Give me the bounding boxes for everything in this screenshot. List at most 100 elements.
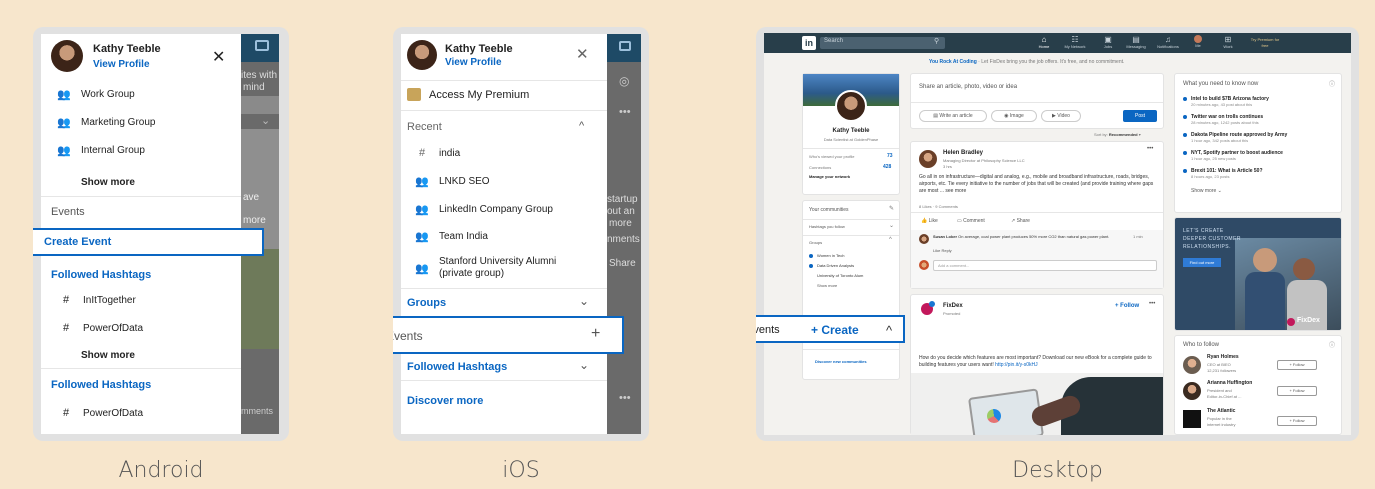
- create-event-button[interactable]: + Create: [811, 323, 859, 337]
- nav-work[interactable]: ⊞ Work: [1218, 35, 1238, 49]
- person-avatar[interactable]: [1183, 382, 1201, 400]
- show-more-hashtags[interactable]: Show more: [81, 350, 135, 361]
- post-author[interactable]: Helen Bradley: [943, 150, 983, 156]
- chevron-down-icon[interactable]: ⌄: [579, 358, 589, 372]
- commenter-name[interactable]: Susan Loker: [933, 234, 957, 239]
- person-name[interactable]: Ryan Holmes: [1207, 354, 1239, 360]
- discover-more-link[interactable]: Discover more: [407, 395, 483, 407]
- recent-item-company-group[interactable]: 👥 LinkedIn Company Group: [415, 200, 641, 218]
- view-profile-link[interactable]: View Profile: [93, 59, 150, 70]
- news-show-more[interactable]: Show more ⌄: [1191, 188, 1222, 194]
- info-icon[interactable]: ⓘ: [1329, 340, 1335, 349]
- image-button[interactable]: ◉ Image: [991, 110, 1037, 122]
- close-icon[interactable]: ✕: [212, 47, 225, 67]
- person-avatar[interactable]: [1183, 356, 1201, 374]
- follow-button[interactable]: + Follow: [1277, 386, 1317, 396]
- commenter-avatar[interactable]: [919, 234, 929, 244]
- profile-avatar[interactable]: [407, 40, 437, 70]
- show-more-groups[interactable]: Show more: [817, 283, 837, 288]
- manage-network-link[interactable]: Manage your network: [809, 174, 850, 179]
- profile-avatar[interactable]: [51, 40, 83, 72]
- add-comment-input[interactable]: Add a comment...: [933, 260, 1157, 271]
- viewed-value[interactable]: 73: [887, 153, 893, 159]
- chevron-up-icon[interactable]: ^: [579, 120, 584, 132]
- try-premium-link[interactable]: Try Premium for free: [1247, 37, 1283, 49]
- view-profile-link[interactable]: View Profile: [445, 57, 502, 68]
- group-item[interactable]: University of Toronto Alum: [817, 273, 863, 278]
- recent-item-stanford[interactable]: 👥 Stanford University Alumni (private gr…: [415, 254, 641, 282]
- news-item[interactable]: Brexit 101: What is Article 50? 8 hours a…: [1183, 168, 1339, 179]
- discover-communities-link[interactable]: Discover new communities: [815, 359, 867, 364]
- viewed-label[interactable]: Who's viewed your profile: [809, 154, 854, 159]
- more-icon[interactable]: •••: [1149, 301, 1155, 307]
- sort-by[interactable]: Sort by: Recommended ▾: [1094, 132, 1141, 137]
- hashtag-item[interactable]: # PowerOfData: [59, 318, 279, 338]
- group-internal[interactable]: 👥 Internal Group: [57, 140, 279, 160]
- groups-header[interactable]: Groups: [407, 297, 446, 309]
- person-name[interactable]: Arianna Huffington: [1207, 380, 1252, 386]
- connections-label[interactable]: Connections: [809, 165, 831, 170]
- followed-hashtags-header-2[interactable]: Followed Hashtags: [51, 379, 151, 391]
- info-icon[interactable]: ⓘ: [1329, 79, 1335, 88]
- add-event-icon[interactable]: +: [591, 325, 600, 343]
- news-item[interactable]: Dakota Pipeline route approved by Army 1 …: [1183, 132, 1339, 143]
- more-icon[interactable]: •••: [1147, 146, 1153, 152]
- author-avatar[interactable]: [919, 150, 937, 168]
- post-image[interactable]: [911, 373, 1163, 435]
- profile-avatar[interactable]: [835, 90, 867, 122]
- follow-button[interactable]: + Follow: [1277, 360, 1317, 370]
- followed-hashtags-header[interactable]: Followed Hashtags: [51, 269, 151, 281]
- comment-actions[interactable]: Like Reply: [933, 248, 952, 253]
- news-item[interactable]: NYT, Spotify partner to boost audience 1 …: [1183, 150, 1339, 161]
- nav-jobs[interactable]: ▣ Jobs: [1098, 35, 1118, 49]
- post-author[interactable]: FixDex: [943, 303, 963, 309]
- group-item[interactable]: Data Driven Analysts: [809, 263, 854, 268]
- post-link[interactable]: http://pin.it/y-s0kHJ: [995, 362, 1038, 368]
- write-article-button[interactable]: ▤ Write an article: [919, 110, 987, 122]
- share-button[interactable]: ↗ Share: [1011, 218, 1030, 224]
- follow-button[interactable]: + Follow: [1115, 303, 1139, 309]
- chevron-up-icon[interactable]: ^: [889, 237, 892, 243]
- show-more-groups[interactable]: Show more: [81, 177, 135, 188]
- group-marketing[interactable]: 👥 Marketing Group: [57, 112, 279, 132]
- ad-card[interactable]: LET'S CREATE DEEPER CUSTOMER RELATIONSHI…: [1174, 217, 1342, 331]
- group-work[interactable]: 👥 Work Group: [57, 84, 279, 104]
- ad-cta-button[interactable]: Find out more: [1183, 258, 1221, 267]
- hashtags-you-follow[interactable]: Hashtags you follow: [809, 224, 845, 229]
- groups-label[interactable]: Groups: [809, 240, 822, 245]
- person-name[interactable]: The Atlantic: [1207, 408, 1235, 414]
- followed-hashtags-header[interactable]: Followed Hashtags: [407, 361, 507, 373]
- search-input[interactable]: Search ⚲: [820, 37, 945, 49]
- hashtag-item[interactable]: # PowerOfData: [59, 403, 279, 423]
- nav-my-network[interactable]: ☷ My Network: [1062, 35, 1088, 49]
- nav-messaging[interactable]: ▤ Messaging: [1124, 35, 1148, 49]
- edit-icon[interactable]: ✎: [889, 205, 894, 212]
- create-event-button[interactable]: + Create Event: [33, 228, 264, 256]
- linkedin-logo-icon[interactable]: in: [802, 36, 816, 50]
- post-stats[interactable]: 8 Likes · 9 Comments: [919, 204, 958, 209]
- follow-button[interactable]: + Follow: [1277, 416, 1317, 426]
- events-callout[interactable]: Events + Create ^: [756, 315, 905, 343]
- promo-line[interactable]: You Rock At Coding · Let FixDex bring yo…: [929, 59, 1124, 65]
- nav-home[interactable]: ⌂ Home: [1034, 35, 1054, 49]
- news-item[interactable]: Intel to build $7B Arizona factory 20 min…: [1183, 96, 1339, 107]
- video-button[interactable]: ▶ Video: [1041, 110, 1081, 122]
- hashtag-item[interactable]: # InItTogether: [59, 290, 279, 310]
- events-row[interactable]: Events +: [393, 316, 624, 354]
- recent-item-team-india[interactable]: 👥 Team India: [415, 227, 641, 245]
- nav-notifications[interactable]: ♫ Notifications: [1154, 35, 1182, 49]
- close-icon[interactable]: ✕: [576, 45, 589, 63]
- profile-name[interactable]: Kathy Teeble: [803, 128, 899, 134]
- chevron-down-icon[interactable]: ⌄: [889, 222, 894, 229]
- recent-item-india[interactable]: # india: [415, 144, 641, 162]
- chevron-up-icon[interactable]: ^: [886, 323, 892, 338]
- the-atlantic-logo[interactable]: [1183, 410, 1201, 428]
- recent-item-lnkd-seo[interactable]: 👥 LNKD SEO: [415, 172, 641, 190]
- like-button[interactable]: 👍 Like: [921, 218, 938, 224]
- news-item[interactable]: Twitter war on trolls continues 28 minute…: [1183, 114, 1339, 125]
- access-premium-link[interactable]: Access My Premium: [429, 89, 529, 101]
- comment-button[interactable]: ▭ Comment: [957, 218, 985, 224]
- group-item[interactable]: Women in Tech: [809, 253, 844, 258]
- post-button[interactable]: Post: [1123, 110, 1157, 122]
- connections-value[interactable]: 428: [883, 164, 891, 170]
